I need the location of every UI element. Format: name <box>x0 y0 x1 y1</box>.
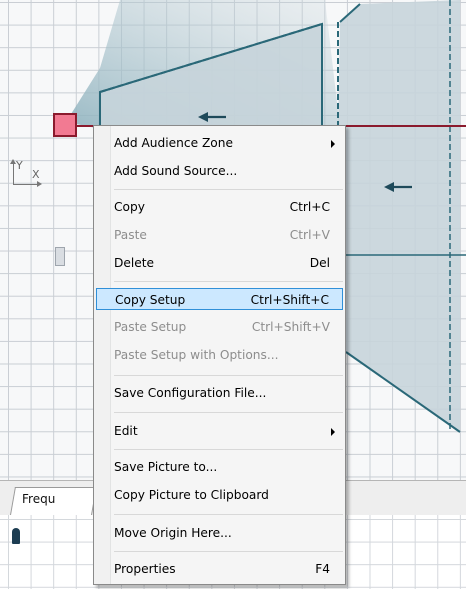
menu-item-shortcut: Del <box>309 256 330 270</box>
menu-item-add-audience-zone[interactable]: Add Audience Zone <box>96 132 343 154</box>
menu-item-label: Move Origin Here... <box>114 526 232 540</box>
menu-item-shortcut: Ctrl+V <box>289 228 330 242</box>
menu-item-label: Add Sound Source... <box>114 164 238 178</box>
menu-item-label: Copy Setup <box>115 293 186 307</box>
menu-item-copy-setup[interactable]: Copy Setup Ctrl+Shift+C <box>96 288 343 310</box>
menu-item-save-configuration-file[interactable]: Save Configuration File... <box>96 382 343 404</box>
menu-item-paste-setup: Paste Setup Ctrl+Shift+V <box>96 316 343 338</box>
menu-item-label: Copy Picture to Clipboard <box>114 488 269 502</box>
menu-item-copy[interactable]: Copy Ctrl+C <box>96 196 343 218</box>
menu-item-label: Paste Setup with Options... <box>114 348 279 362</box>
y-axis-label: Y <box>16 159 23 172</box>
menu-item-shortcut: Ctrl+Shift+V <box>251 320 330 334</box>
menu-separator <box>114 514 343 515</box>
menu-item-label: Paste <box>114 228 147 242</box>
menu-item-properties[interactable]: Properties F4 <box>96 558 343 580</box>
menu-item-edit[interactable]: Edit <box>96 420 343 442</box>
axis-indicator: Y X <box>6 158 46 194</box>
menu-item-paste: Paste Ctrl+V <box>96 224 343 246</box>
menu-item-delete[interactable]: Delete Del <box>96 252 343 274</box>
x-axis-label: X <box>32 168 40 181</box>
menu-separator <box>114 412 343 413</box>
menu-item-label: Copy <box>114 200 145 214</box>
menu-separator <box>114 281 343 282</box>
submenu-arrow-icon <box>331 428 335 436</box>
menu-separator <box>114 449 343 450</box>
menu-item-label: Add Audience Zone <box>114 136 233 150</box>
menu-item-copy-picture-to-clipboard[interactable]: Copy Picture to Clipboard <box>96 484 343 506</box>
menu-separator <box>114 551 343 552</box>
menu-item-label: Properties <box>114 562 176 576</box>
speaker-marker-icon[interactable] <box>12 528 20 544</box>
menu-item-paste-setup-with-options: Paste Setup with Options... <box>96 344 343 366</box>
audience-zone-2 <box>338 0 460 432</box>
menu-item-shortcut: Ctrl+Shift+C <box>250 293 329 307</box>
menu-separator <box>114 375 343 376</box>
context-menu: Add Audience Zone Add Sound Source... Co… <box>93 125 346 585</box>
sound-source-handle <box>53 113 77 137</box>
menu-item-label: Paste Setup <box>114 320 187 334</box>
menu-item-label: Save Configuration File... <box>114 386 267 400</box>
menu-item-label: Save Picture to... <box>114 460 218 474</box>
menu-item-add-sound-source[interactable]: Add Sound Source... <box>96 160 343 182</box>
resize-handle[interactable] <box>55 247 65 266</box>
menu-item-move-origin-here[interactable]: Move Origin Here... <box>96 522 343 544</box>
menu-item-label: Edit <box>114 424 138 438</box>
menu-item-shortcut: Ctrl+C <box>289 200 330 214</box>
menu-item-label: Delete <box>114 256 155 270</box>
menu-item-shortcut: F4 <box>315 562 330 576</box>
submenu-arrow-icon <box>331 140 335 148</box>
menu-item-save-picture[interactable]: Save Picture to... <box>96 456 343 478</box>
menu-separator <box>114 189 343 190</box>
tab-frequency-label: Frequ <box>22 492 56 506</box>
